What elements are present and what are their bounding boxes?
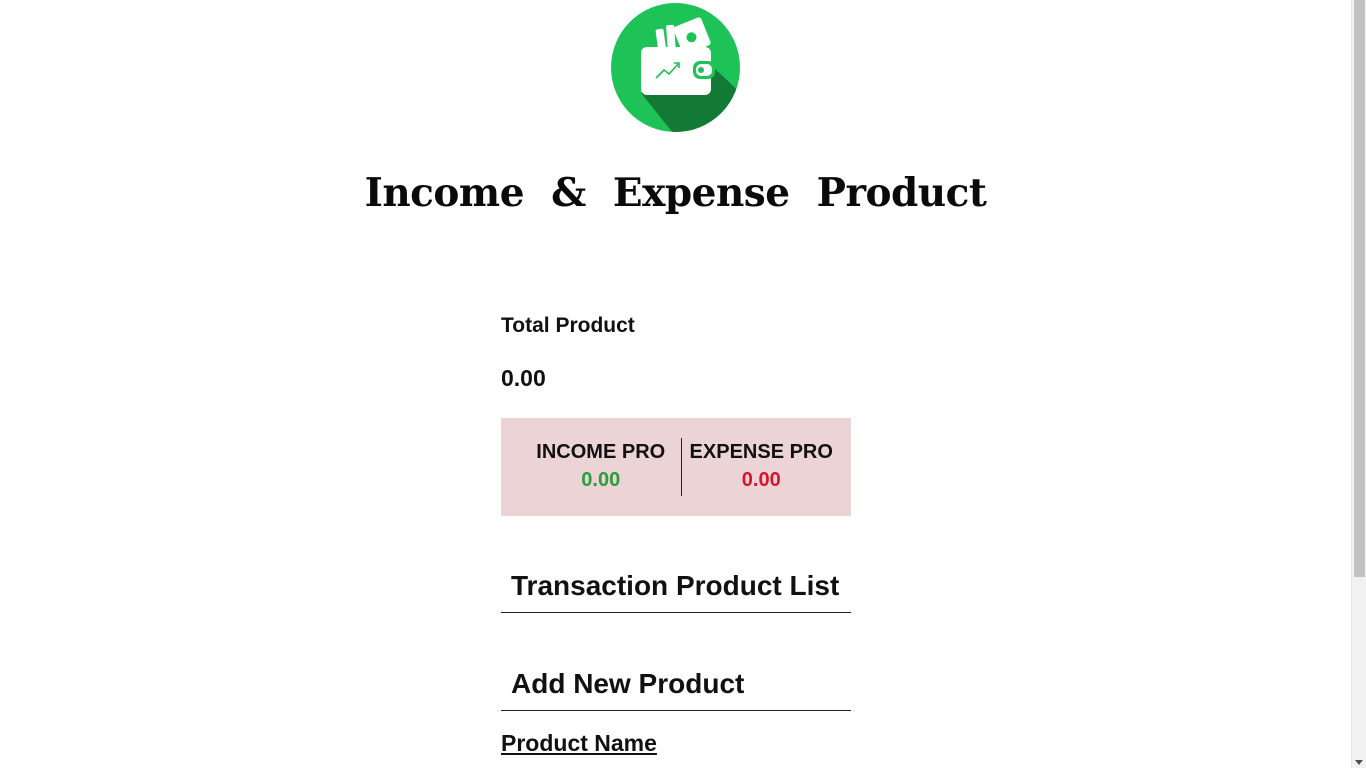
total-product-value: 0.00	[501, 365, 546, 391]
app-title: Income & Expense Product	[364, 170, 987, 216]
income-label: INCOME PRO	[536, 441, 666, 463]
income-summary: INCOME PRO 0.00	[501, 438, 681, 496]
expense-summary: EXPENSE PRO 0.00	[682, 438, 852, 496]
transaction-list-heading: Transaction Product List	[501, 566, 851, 613]
expense-value: 0.00	[741, 469, 781, 491]
scroll-down-arrow-icon[interactable]	[1355, 760, 1363, 765]
income-expense-card: INCOME PRO 0.00 EXPENSE PRO 0.00	[501, 418, 851, 516]
income-value: 0.00	[581, 469, 621, 491]
scrollbar-thumb[interactable]	[1354, 0, 1365, 577]
total-product-label: Total Product	[501, 314, 635, 337]
app-viewport: Income & Expense Product Total Product 0…	[0, 0, 1366, 768]
wallet-money-icon	[611, 3, 740, 132]
main-container: Total Product 0.00 INCOME PRO 0.00 EXPEN…	[501, 310, 851, 759]
page: Income & Expense Product Total Product 0…	[0, 0, 1351, 768]
vertical-scrollbar[interactable]	[1351, 0, 1366, 768]
product-name-label: Product Name	[501, 730, 657, 756]
expense-label: EXPENSE PRO	[689, 441, 833, 463]
add-product-heading: Add New Product	[501, 664, 851, 711]
